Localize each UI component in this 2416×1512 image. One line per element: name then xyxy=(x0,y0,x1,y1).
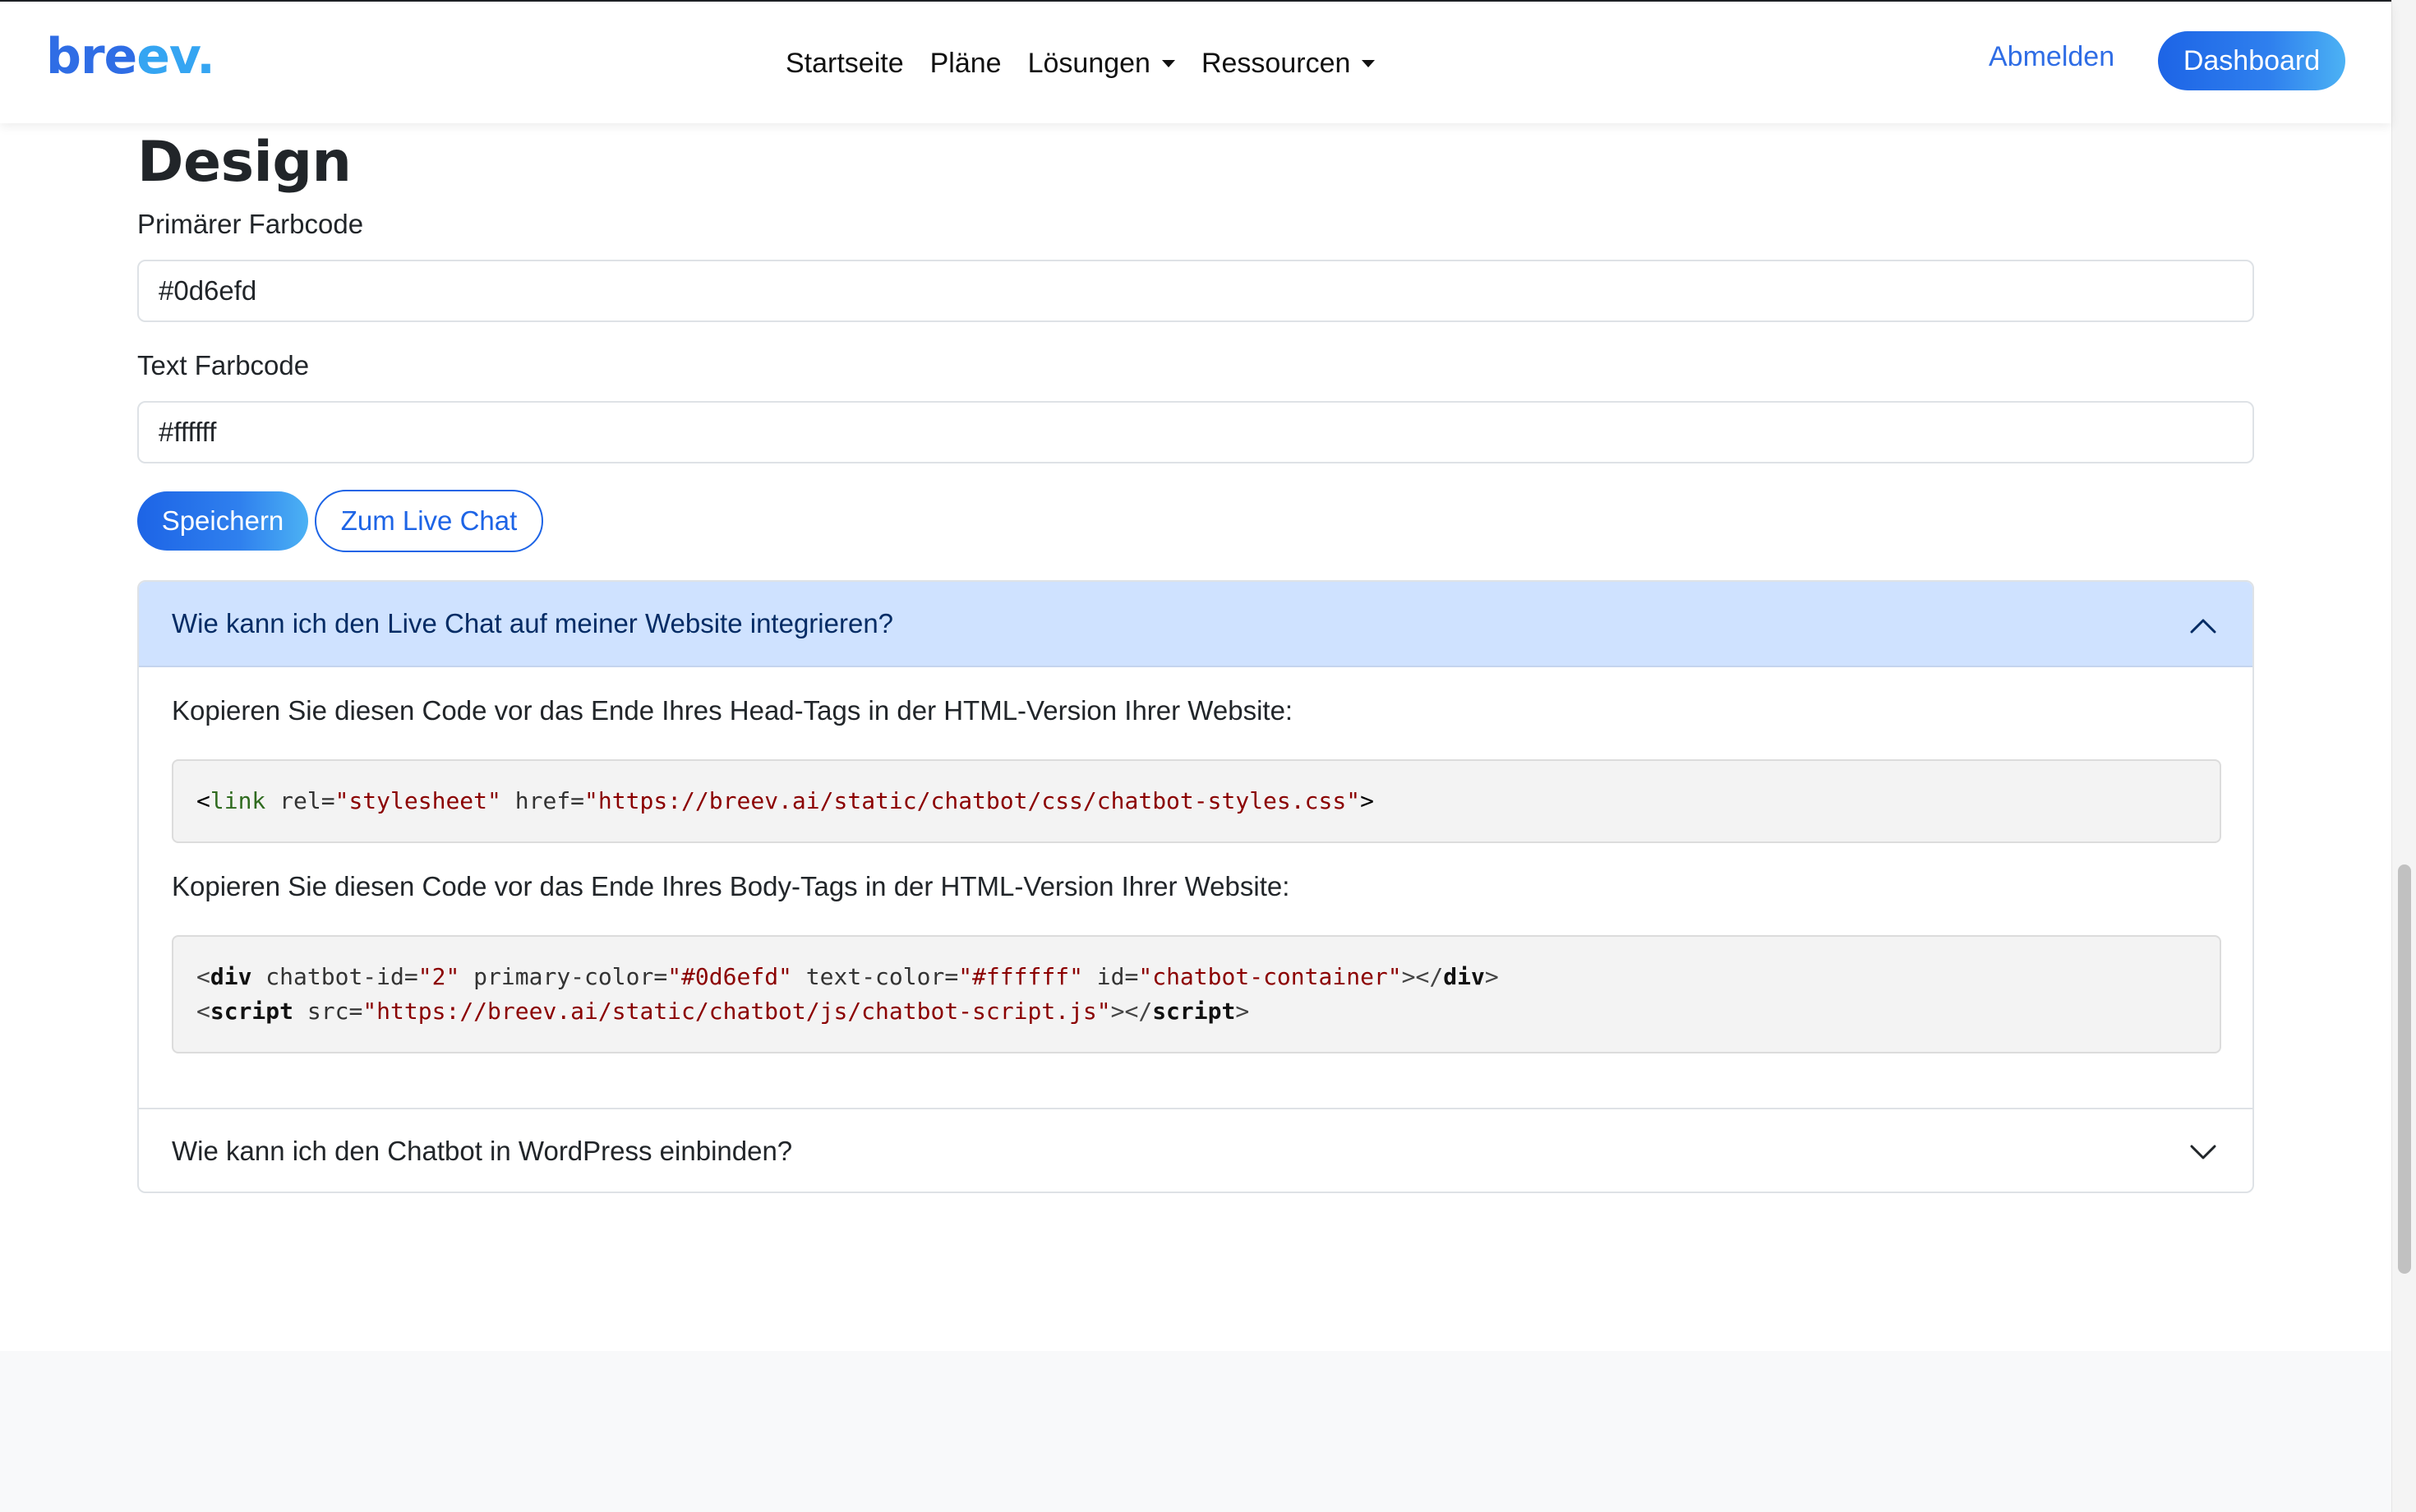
code-tag: script xyxy=(1152,998,1236,1025)
code-string: "https://breev.ai/static/chatbot/css/cha… xyxy=(584,787,1361,814)
code-punct: > xyxy=(1484,963,1499,990)
code-attr: text-color= xyxy=(791,963,959,990)
code-attr: chatbot-id= xyxy=(251,963,418,990)
accordion-header-wordpress[interactable]: Wie kann ich den Chatbot in WordPress ei… xyxy=(139,1108,2252,1192)
code-string: "https://breev.ai/static/chatbot/js/chat… xyxy=(362,998,1111,1025)
accordion-title-wordpress: Wie kann ich den Chatbot in WordPress ei… xyxy=(172,1136,793,1166)
code-string: "chatbot-container" xyxy=(1138,963,1402,990)
accordion-header-integration[interactable]: Wie kann ich den Live Chat auf meiner We… xyxy=(139,582,2252,667)
code-attr: src= xyxy=(293,998,363,1025)
logout-link[interactable]: Abmelden xyxy=(1989,41,2114,73)
body-code-instruction: Kopieren Sie diesen Code vor das Ende Ih… xyxy=(172,871,1290,901)
caret-down-icon xyxy=(1362,59,1376,67)
code-line: <div chatbot-id="2" primary-color="#0d6e… xyxy=(196,960,2197,994)
brand-text-part1: bre xyxy=(46,28,137,85)
chevron-down-icon xyxy=(2190,1145,2216,1159)
scrollbar-track[interactable] xyxy=(2391,0,2416,1512)
code-punct: > xyxy=(1235,998,1250,1025)
navbar: breev. Startseite Pläne Lösungen Ressour… xyxy=(0,2,2391,123)
section-title: Design xyxy=(137,130,352,195)
code-punct: ></ xyxy=(1110,998,1153,1025)
scrollbar-thumb[interactable] xyxy=(2398,864,2411,1274)
code-tag: script xyxy=(210,998,294,1025)
code-punct: > xyxy=(1360,787,1374,814)
chevron-up-icon xyxy=(2190,619,2216,634)
live-chat-button[interactable]: Zum Live Chat xyxy=(315,490,543,552)
nav-link-startseite[interactable]: Startseite xyxy=(786,48,904,80)
dashboard-button[interactable]: Dashboard xyxy=(2158,31,2345,90)
brand-logo[interactable]: breev. xyxy=(46,28,215,85)
code-string: "stylesheet" xyxy=(334,787,501,814)
code-string: "#0d6efd" xyxy=(667,963,792,990)
code-string: "2" xyxy=(417,963,460,990)
code-punct: < xyxy=(196,963,210,990)
code-line: <link rel="stylesheet" href="https://bre… xyxy=(196,784,2197,818)
code-attr: href= xyxy=(500,787,585,814)
body-code-block[interactable]: <div chatbot-id="2" primary-color="#0d6e… xyxy=(172,935,2221,1053)
code-tag: link xyxy=(210,787,266,814)
caret-down-icon xyxy=(1161,59,1175,67)
primary-color-input[interactable] xyxy=(137,260,2254,322)
faq-accordion: Wie kann ich den Live Chat auf meiner We… xyxy=(137,580,2254,1193)
accordion-title-integration: Wie kann ich den Live Chat auf meiner We… xyxy=(172,608,894,638)
code-tag: div xyxy=(210,963,252,990)
primary-color-label: Primärer Farbcode xyxy=(137,209,364,239)
nav-links: Startseite Pläne Lösungen Ressourcen xyxy=(786,41,1401,85)
footer xyxy=(0,1351,2391,1512)
code-string: "#ffffff" xyxy=(958,963,1083,990)
code-punct: ></ xyxy=(1401,963,1444,990)
code-attr: id= xyxy=(1082,963,1139,990)
nav-dropdown-loesungen-label: Lösungen xyxy=(1027,47,1150,79)
brand-text-part2: ev. xyxy=(136,28,215,85)
nav-link-plaene[interactable]: Pläne xyxy=(930,48,1002,80)
text-color-label: Text Farbcode xyxy=(137,350,310,380)
nav-dropdown-ressourcen-label: Ressourcen xyxy=(1201,47,1351,79)
head-code-instruction: Kopieren Sie diesen Code vor das Ende Ih… xyxy=(172,695,1293,726)
nav-dropdown-ressourcen[interactable]: Ressourcen xyxy=(1201,47,1376,80)
code-line: <script src="https://breev.ai/static/cha… xyxy=(196,994,2197,1029)
code-punct: < xyxy=(196,998,210,1025)
head-code-block[interactable]: <link rel="stylesheet" href="https://bre… xyxy=(172,759,2221,843)
code-attr: primary-color= xyxy=(459,963,668,990)
code-tag: div xyxy=(1443,963,1485,990)
code-attr: rel= xyxy=(265,787,335,814)
text-color-input[interactable] xyxy=(137,401,2254,463)
nav-dropdown-loesungen[interactable]: Lösungen xyxy=(1028,48,1175,80)
code-punct: < xyxy=(196,787,210,814)
save-button[interactable]: Speichern xyxy=(137,491,308,551)
